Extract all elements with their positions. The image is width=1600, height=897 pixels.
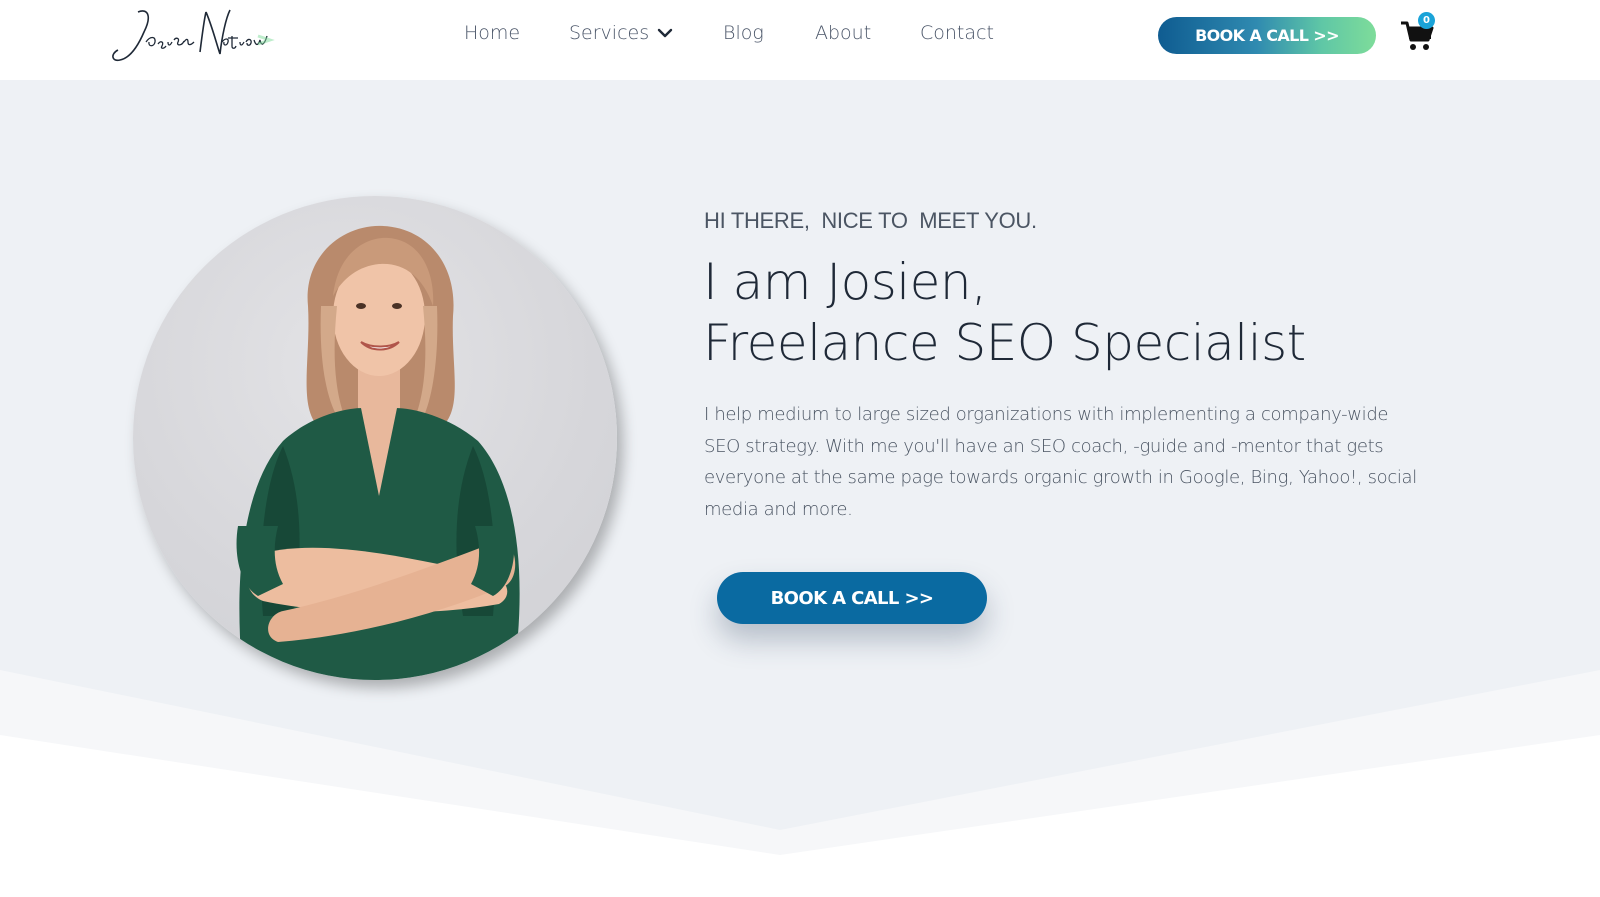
hero-headline: I am Josien, Freelance SEO Specialist bbox=[703, 252, 1306, 374]
headline-line-2: Freelance SEO Specialist bbox=[703, 314, 1306, 372]
nav-services[interactable]: Services bbox=[569, 22, 673, 44]
cart-count-badge: 0 bbox=[1418, 12, 1435, 29]
nav-services-label: Services bbox=[569, 22, 650, 44]
nav-blog[interactable]: Blog bbox=[723, 22, 764, 44]
nav-contact[interactable]: Contact bbox=[920, 22, 994, 44]
hero-intro-text: I help medium to large sized organizatio… bbox=[704, 404, 1417, 520]
header-book-call-button[interactable]: BOOK A CALL >> bbox=[1158, 17, 1376, 54]
chevron-down-icon bbox=[657, 21, 673, 43]
nav-about[interactable]: About bbox=[815, 22, 871, 44]
hero-book-call-button[interactable]: BOOK A CALL >> bbox=[717, 572, 987, 624]
nav-home[interactable]: Home bbox=[464, 22, 520, 44]
hero-bottom-shape bbox=[0, 640, 1600, 897]
profile-photo bbox=[133, 196, 617, 680]
hero-greeting: HI THERE, NICE TO MEET YOU. bbox=[704, 208, 1037, 233]
headline-line-1: I am Josien, bbox=[703, 253, 987, 311]
site-header: Home Services Blog About Contact BOOK A … bbox=[0, 0, 1600, 80]
